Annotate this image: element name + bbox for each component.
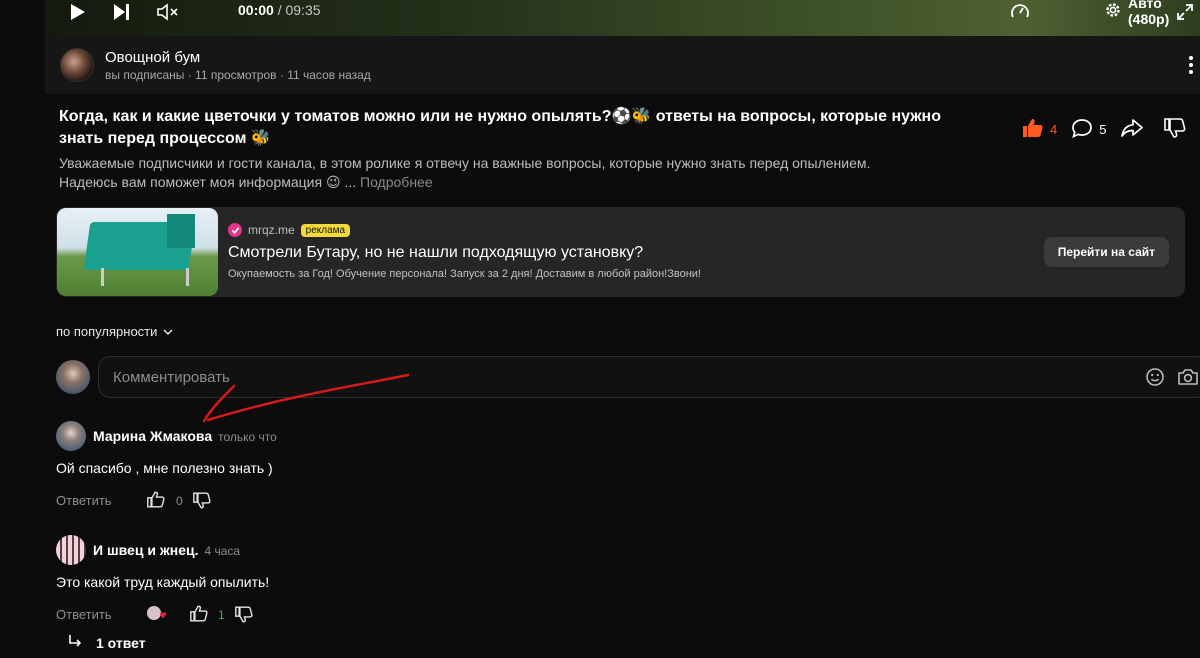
mute-icon[interactable]	[156, 0, 180, 24]
thumbs-down-icon[interactable]	[193, 492, 211, 514]
current-time: 00:00	[238, 2, 274, 18]
channel-row: Овощной бум вы подписаны · 11 просмотров…	[45, 36, 1200, 94]
video-title: Когда, как и какие цветочки у томатов мо…	[59, 108, 941, 147]
visit-site-button[interactable]: Перейти на сайт	[1043, 237, 1169, 267]
playback-time: 00:00 / 09:35	[238, 2, 321, 18]
ad-domain: mrqz.me	[248, 223, 295, 237]
verified-check-icon	[228, 223, 242, 237]
comment-author[interactable]: Марина Жмакова только что	[93, 428, 277, 444]
comments-button[interactable]: 5	[1071, 118, 1106, 141]
description-line-2: Надеюсь вам поможет моя информация 😉 ...	[59, 174, 357, 190]
reply-button[interactable]: Ответить	[56, 607, 112, 622]
comment-author-name[interactable]: И швец и жнец.	[93, 542, 199, 558]
video-actions: 4 5	[1022, 116, 1200, 142]
fullscreen-icon[interactable]	[1176, 0, 1194, 24]
thumbs-up-icon	[1022, 118, 1044, 141]
description-line-1: Уважаемые подписчики и гости канала, в э…	[59, 155, 871, 171]
comment-like-count: 1	[218, 608, 225, 622]
ad-headline[interactable]: Смотрели Бутару, но не нашли подходящую …	[228, 244, 643, 262]
comment-input[interactable]	[99, 357, 1129, 397]
comment-time: 4 часа	[204, 544, 241, 558]
dislike-button[interactable]	[1164, 117, 1186, 141]
annotation-arrow	[202, 373, 410, 423]
duration: / 09:35	[277, 2, 321, 18]
thumbs-up-icon[interactable]	[190, 605, 208, 627]
reply-arrow-icon	[68, 634, 82, 651]
replies-count: 1 ответ	[96, 634, 146, 651]
author-heart-icon	[146, 605, 168, 628]
comment-avatar[interactable]	[56, 421, 86, 451]
ad-image[interactable]	[57, 208, 218, 296]
thumbs-down-icon[interactable]	[235, 606, 253, 628]
sort-label: по популярности	[56, 324, 158, 339]
share-button[interactable]	[1120, 118, 1144, 141]
comment-like-count: 0	[176, 494, 183, 508]
comment-count: 5	[1099, 121, 1107, 137]
user-avatar	[56, 360, 90, 394]
share-icon	[1120, 118, 1144, 141]
channel-meta: вы подписаны · 11 просмотров · 11 часов …	[105, 68, 371, 82]
next-icon[interactable]	[111, 0, 131, 24]
comment-bubble-icon	[1071, 118, 1093, 141]
sort-dropdown[interactable]: по популярности	[56, 324, 173, 339]
channel-name[interactable]: Овощной бум	[105, 49, 200, 66]
comment-avatar[interactable]	[56, 535, 86, 565]
like-button[interactable]: 4	[1022, 118, 1057, 141]
more-options-icon[interactable]	[1188, 56, 1194, 76]
comment-text: Ой спасибо , мне полезно знать )	[56, 460, 273, 476]
comment-time: только что	[218, 430, 277, 444]
ad-banner[interactable]: mrqz.me реклама Смотрели Бутару, но не н…	[56, 207, 1185, 297]
thumbs-up-icon[interactable]	[147, 491, 165, 513]
show-replies-button[interactable]: 1 ответ	[68, 634, 146, 651]
more-link[interactable]: Подробнее	[360, 174, 433, 190]
chevron-down-icon	[163, 324, 173, 339]
comment-author[interactable]: И швец и жнец. 4 часа	[93, 542, 240, 558]
thumbs-down-icon	[1164, 117, 1186, 141]
emoji-icon[interactable]	[1145, 367, 1165, 392]
like-count: 4	[1050, 121, 1058, 137]
comment-box	[98, 356, 1200, 398]
channel-avatar[interactable]	[60, 48, 94, 82]
reply-button[interactable]: Ответить	[56, 493, 112, 508]
video-player[interactable]: 00:00 / 09:35 Авто (480p)	[45, 0, 1200, 36]
camera-icon[interactable]	[1177, 367, 1199, 392]
play-icon[interactable]	[67, 0, 87, 24]
speed-icon[interactable]	[1010, 0, 1030, 24]
video-description: Уважаемые подписчики и гости канала, в э…	[59, 154, 959, 192]
comment-author-name[interactable]: Марина Жмакова	[93, 428, 212, 444]
ad-badge: реклама	[300, 223, 351, 237]
comment-text: Это какой труд каждый опылить!	[56, 574, 270, 590]
ad-subtext: Окупаемость за Год! Обучение персонала! …	[228, 268, 701, 280]
gear-icon	[1104, 1, 1122, 22]
